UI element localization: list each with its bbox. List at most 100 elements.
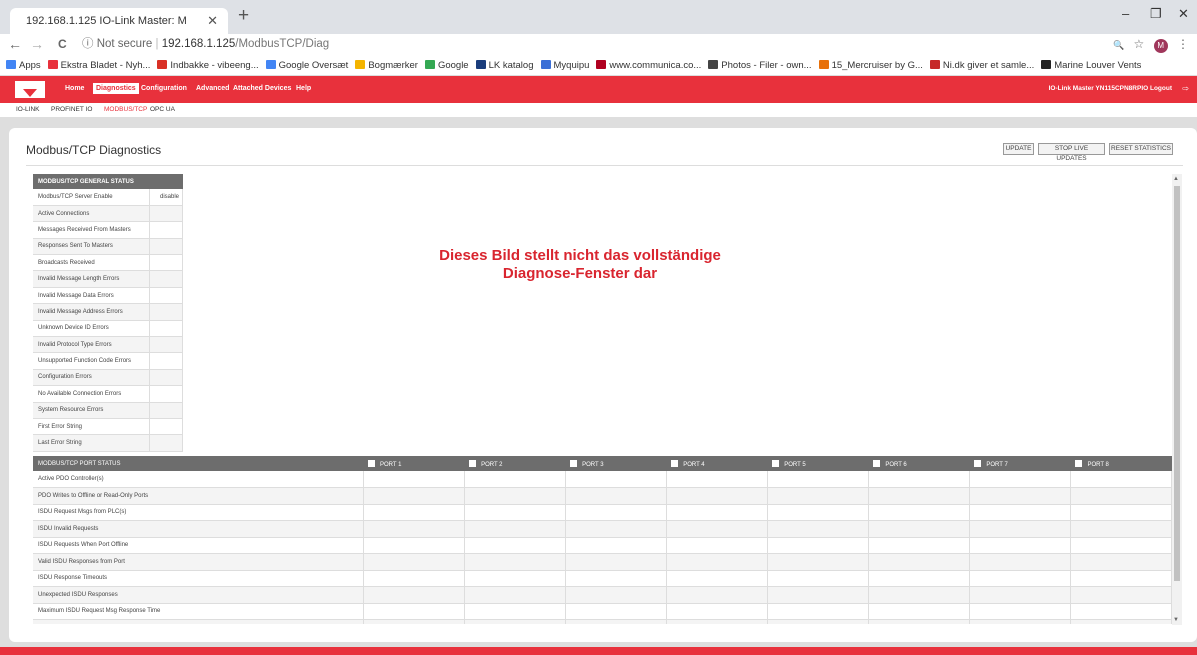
- scrollbar-thumb[interactable]: [1174, 186, 1180, 581]
- table-row: Unsupported Function Code Errors: [33, 352, 183, 370]
- scroll-down-icon[interactable]: ▼: [1173, 617, 1179, 623]
- bookmark-icon: [424, 60, 435, 69]
- port-value-cell: [464, 520, 566, 538]
- subnav-opc-ua[interactable]: OPC UA: [150, 106, 175, 113]
- bookmark-item[interactable]: Ni.dk giver et samle...: [929, 60, 1034, 71]
- port-value-cell: [1070, 471, 1173, 488]
- port-column-header[interactable]: PORT 1: [363, 456, 465, 471]
- status-value: [149, 352, 183, 370]
- port-column-header[interactable]: PORT 7: [969, 456, 1071, 471]
- restore-icon[interactable]: ❐: [1150, 6, 1162, 22]
- port-column-header[interactable]: PORT 3: [565, 456, 667, 471]
- sub-navigation: IO-LINK PROFINET IO MODBUS/TCP OPC UA: [0, 103, 1197, 117]
- port-column-header[interactable]: PORT 5: [767, 456, 869, 471]
- bookmark-item[interactable]: www.communica.co...: [596, 60, 701, 71]
- port-value-cell: [969, 537, 1071, 554]
- subnav-profinet-io[interactable]: PROFINET IO: [51, 106, 92, 113]
- menu-diagnostics[interactable]: Diagnostics: [93, 83, 139, 94]
- port-collapse-icon[interactable]: [772, 459, 780, 467]
- bookmarks-bar: Apps Ekstra Bladet - Nyh... Indbakke - vib…: [0, 56, 1197, 76]
- bookmark-icon: [708, 60, 719, 69]
- menu-attached-devices[interactable]: Attached Devices: [233, 85, 291, 92]
- status-label: Broadcasts Received: [33, 254, 150, 272]
- subnav-modbus-tcp[interactable]: MODBUS/TCP: [104, 106, 147, 113]
- browser-tab[interactable]: 192.168.1.125 IO-Link Master: M ✕: [10, 8, 228, 34]
- star-icon[interactable]: ☆: [1134, 37, 1145, 51]
- title-divider: [26, 165, 1183, 166]
- notice-text: Dieses Bild stellt nicht das vollständig…: [380, 247, 780, 283]
- status-label: Unknown Device ID Errors: [33, 320, 150, 338]
- general-status-table: MODBUS/TCP GENERAL STATUS Modbus/TCP Ser…: [33, 174, 183, 452]
- bookmark-item[interactable]: Myquipu: [540, 60, 589, 71]
- status-label: Invalid Message Length Errors: [33, 270, 150, 288]
- reload-icon[interactable]: C: [58, 37, 67, 51]
- table-row: Invalid Message Address Errors: [33, 303, 183, 321]
- update-button[interactable]: UPDATE: [1003, 143, 1034, 155]
- port-collapse-icon[interactable]: [368, 459, 375, 467]
- port-collapse-icon[interactable]: [671, 459, 679, 467]
- port-column-header[interactable]: PORT 6: [868, 456, 970, 471]
- bookmark-item[interactable]: Google: [424, 60, 469, 71]
- minimize-icon[interactable]: –: [1122, 6, 1129, 21]
- port-collapse-icon[interactable]: [873, 459, 881, 467]
- app-footer: [0, 647, 1197, 655]
- port-value-cell: [969, 586, 1071, 604]
- bookmark-item[interactable]: LK katalog: [475, 60, 534, 71]
- menu-icon[interactable]: ⋮: [1177, 37, 1189, 51]
- port-column-header[interactable]: PORT 8: [1070, 456, 1172, 471]
- bookmark-item[interactable]: Ekstra Bladet - Nyh...: [47, 60, 150, 71]
- bookmark-item[interactable]: Google Oversæt: [265, 60, 348, 71]
- back-icon[interactable]: ←: [8, 36, 22, 52]
- port-label: PORT 3: [582, 461, 604, 468]
- port-collapse-icon[interactable]: [974, 459, 982, 467]
- status-label: No Available Connection Errors: [33, 385, 150, 403]
- port-value-cell: [868, 537, 970, 554]
- avatar[interactable]: M: [1153, 39, 1168, 53]
- menu-home[interactable]: Home: [65, 85, 84, 92]
- security-indicator[interactable]: ⓘ Not secure: [82, 38, 152, 50]
- brand-logo[interactable]: [15, 81, 45, 98]
- bookmark-item[interactable]: Bogmærker: [355, 60, 418, 71]
- bookmark-label: Bogmærker: [368, 60, 418, 71]
- window-close-icon[interactable]: ✕: [1178, 6, 1189, 22]
- bookmark-item[interactable]: Apps: [6, 60, 41, 71]
- port-value-cell: [868, 570, 970, 587]
- menu-configuration[interactable]: Configuration: [141, 85, 187, 92]
- reset-statistics-button[interactable]: RESET STATISTICS: [1109, 143, 1173, 155]
- bookmark-item[interactable]: Photos - Filer - own...: [708, 60, 812, 71]
- tab-close-icon[interactable]: ✕: [207, 13, 218, 29]
- table-row: Responses Sent To Masters: [33, 238, 183, 256]
- port-column-header[interactable]: PORT 4: [666, 456, 768, 471]
- status-label: Configuration Errors: [33, 369, 150, 387]
- address-bar[interactable]: ⓘ Not secure | 192.168.1.125/ModbusTCP/D…: [82, 35, 329, 51]
- bookmark-label: Marine Louver Vents: [1054, 60, 1142, 71]
- port-collapse-icon[interactable]: [1075, 459, 1083, 467]
- new-tab-button[interactable]: +: [238, 5, 249, 27]
- menu-help[interactable]: Help: [296, 85, 311, 92]
- port-collapse-icon[interactable]: [570, 459, 578, 467]
- bookmark-item[interactable]: Indbakke - vibeeng...: [157, 60, 259, 71]
- port-value-cell: [868, 603, 970, 620]
- table-clip: [33, 624, 1172, 642]
- subnav-io-link[interactable]: IO-LINK: [16, 106, 39, 113]
- port-value-cell: [969, 471, 1071, 488]
- stop-live-updates-button[interactable]: STOP LIVE UPDATES: [1038, 143, 1105, 162]
- forward-icon[interactable]: →: [30, 36, 44, 52]
- port-value-cell: [767, 603, 869, 620]
- bookmark-item[interactable]: Marine Louver Vents: [1041, 60, 1141, 71]
- logout-icon[interactable]: ⇨: [1182, 84, 1189, 93]
- scroll-up-icon[interactable]: ▲: [1173, 176, 1179, 182]
- device-name[interactable]: IO-Link Master YN115CPN8RPIO Logout: [1049, 85, 1172, 92]
- port-value-cell: [464, 570, 566, 587]
- port-label: PORT 1: [380, 461, 402, 468]
- zoom-icon[interactable]: 🔍: [1113, 40, 1124, 50]
- port-status-label: ISDU Request Msgs from PLC(s): [33, 504, 364, 521]
- port-column-header[interactable]: PORT 2: [464, 456, 566, 471]
- port-collapse-icon[interactable]: [469, 459, 477, 467]
- scrollbar[interactable]: ▲ ▼: [1172, 174, 1182, 625]
- bookmark-item[interactable]: 15_Mercruiser by G...: [818, 60, 923, 71]
- bookmark-icon: [818, 60, 829, 69]
- port-value-cell: [363, 471, 465, 488]
- status-label: Active Connections: [33, 205, 150, 223]
- menu-advanced[interactable]: Advanced: [196, 85, 229, 92]
